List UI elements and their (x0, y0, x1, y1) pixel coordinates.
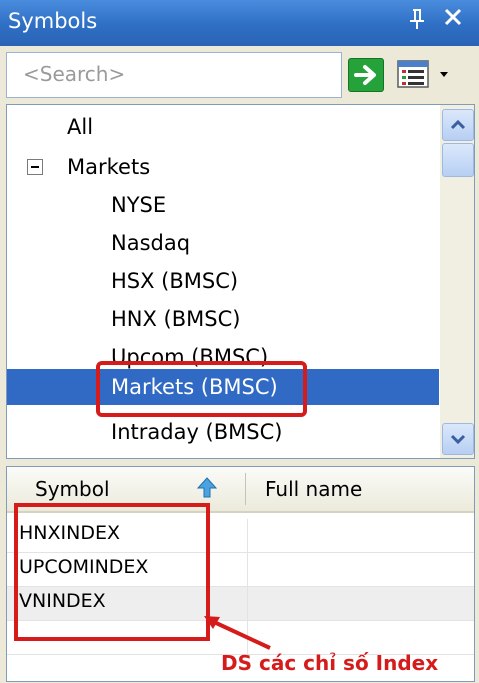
annotation-highlight-markets-bmsc (96, 361, 307, 417)
annotation-highlight-index-list (14, 503, 210, 641)
symbols-panel: Symbols <Search> All Markets NYSE Nasdaq… (0, 0, 479, 683)
view-menu-button[interactable] (396, 58, 456, 90)
sort-ascending-icon[interactable] (195, 475, 219, 501)
tree-item-intraday[interactable]: Intraday (BMSC) (7, 414, 439, 450)
scroll-down-button[interactable] (442, 423, 474, 455)
column-header-full-name[interactable]: Full name (265, 477, 362, 501)
panel-title: Symbols (8, 9, 98, 33)
search-box[interactable] (6, 52, 343, 98)
scroll-thumb[interactable] (442, 143, 474, 177)
chevron-up-icon (450, 119, 466, 130)
search-row (6, 50, 473, 100)
tree-item-hnx[interactable]: HNX (BMSC) (7, 301, 439, 337)
scroll-up-button[interactable] (442, 109, 474, 141)
column-divider[interactable] (245, 473, 246, 505)
column-header-symbol[interactable]: Symbol (35, 477, 110, 501)
tree-scrollbar[interactable] (440, 105, 474, 458)
list-menu-icon (397, 60, 448, 88)
arrow-right-icon (354, 65, 376, 85)
tree-item-nyse[interactable]: NYSE (7, 187, 439, 223)
tree-item-all[interactable]: All (7, 109, 439, 145)
tree-item-hsx[interactable]: HSX (BMSC) (7, 263, 439, 299)
search-input[interactable] (7, 53, 343, 95)
pin-icon[interactable] (408, 8, 426, 35)
collapse-icon[interactable] (27, 159, 43, 175)
annotation-label: DS các chỉ số Index (221, 651, 439, 675)
tree-item-markets[interactable]: Markets (7, 149, 439, 185)
close-icon[interactable] (442, 6, 464, 34)
tree-item-nasdaq[interactable]: Nasdaq (7, 225, 439, 261)
search-go-button[interactable] (348, 58, 384, 92)
chevron-down-icon (450, 434, 466, 445)
title-bar: Symbols (0, 0, 479, 46)
